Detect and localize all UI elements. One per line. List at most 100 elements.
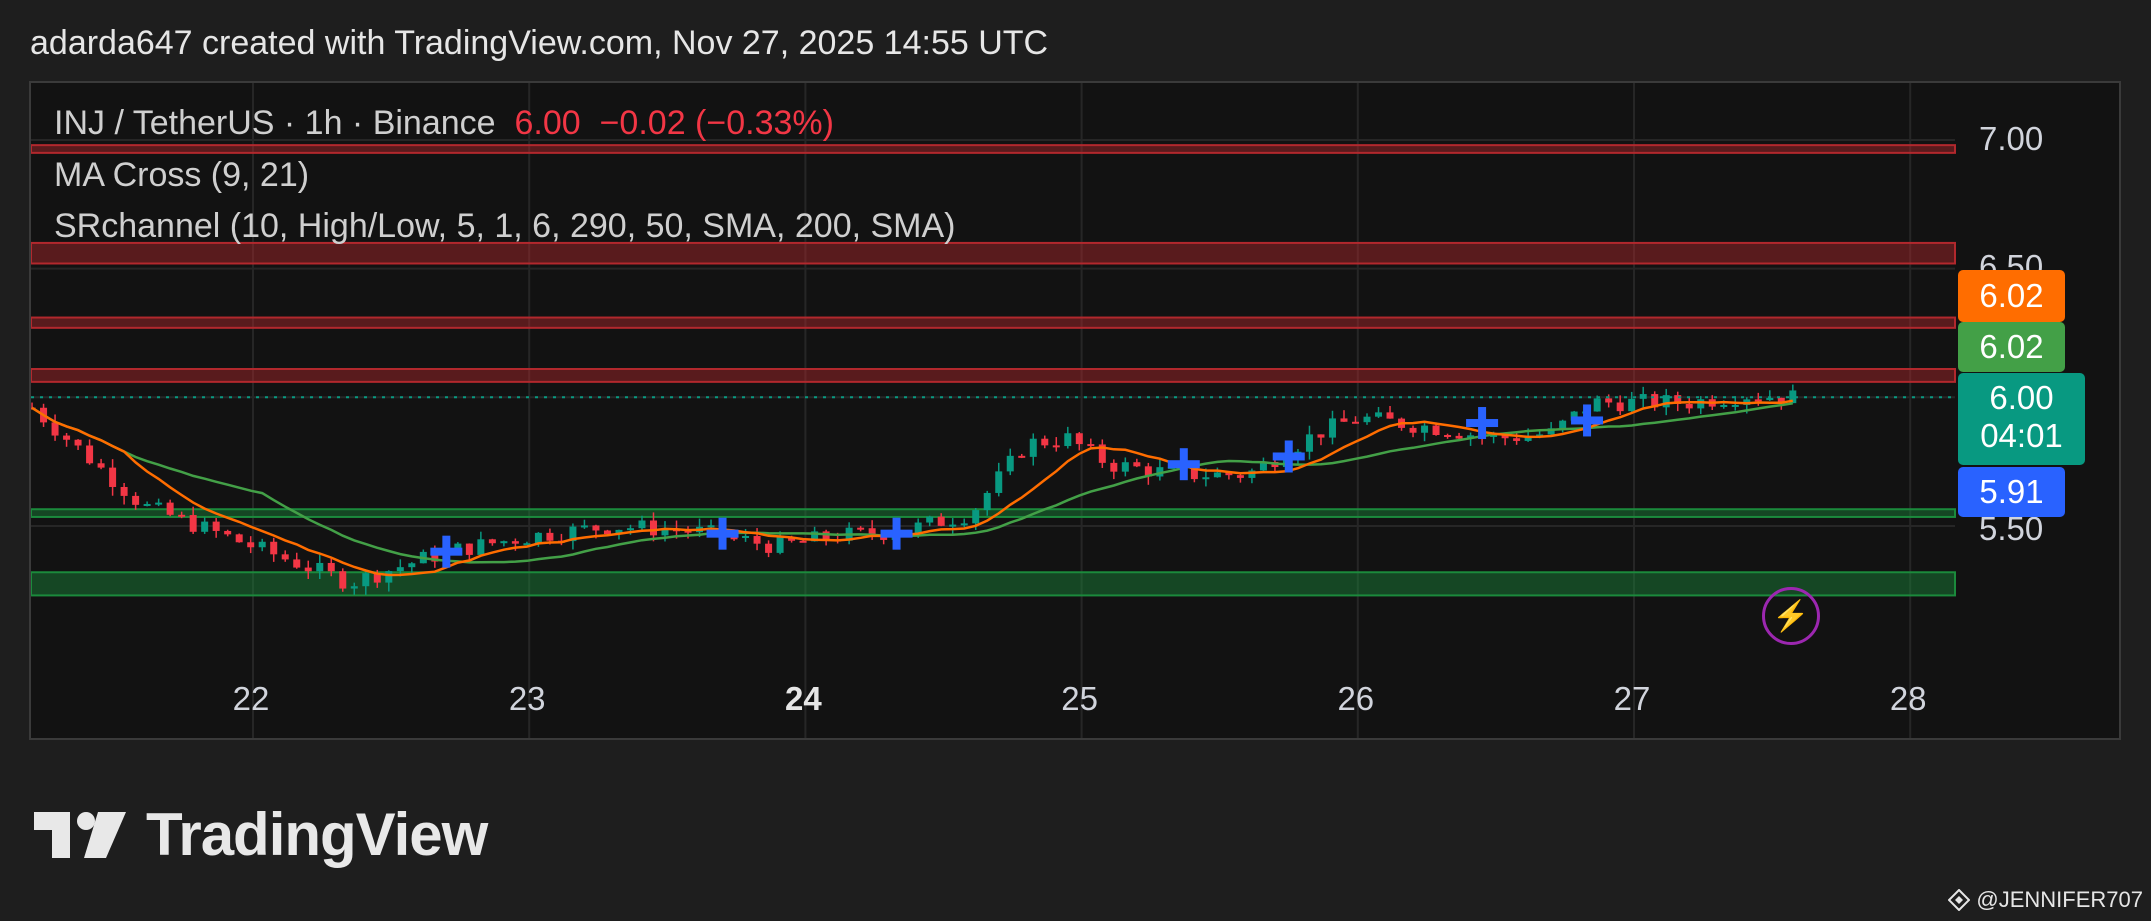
candle-body [937, 516, 945, 526]
chart-pane[interactable] [29, 81, 2121, 740]
candle-body [1455, 435, 1463, 439]
candle-body [86, 445, 94, 464]
last-price-value: 6.00 [514, 104, 581, 142]
candle-body [1513, 438, 1521, 441]
candle-body [143, 503, 151, 506]
candle-body [1018, 455, 1026, 458]
candle-body [1213, 472, 1221, 478]
time-axis-label: 22 [232, 680, 270, 717]
candle-body [247, 542, 255, 548]
candle-body [534, 532, 542, 544]
candle-body [1305, 434, 1313, 452]
binance-diamond-icon [1948, 889, 1971, 911]
candle-body [339, 571, 347, 589]
resistance-zone [31, 144, 1956, 154]
candle-body [1236, 475, 1244, 478]
candle-body [546, 532, 554, 541]
candle-body [1121, 462, 1129, 472]
ma-cross-marker [1284, 440, 1293, 473]
candle-body [97, 463, 105, 468]
ma-cross-marker [1478, 407, 1487, 440]
time-axis-label: 26 [1337, 680, 1375, 717]
bar-countdown: 04:01 [1980, 417, 2063, 454]
candle-body [63, 435, 71, 440]
candle-body [1075, 433, 1083, 445]
candle-body [1328, 418, 1336, 438]
candle-body [385, 571, 393, 583]
ma-cross-marker [892, 517, 901, 550]
candle-body [603, 530, 611, 535]
candle-body [638, 520, 646, 529]
candle-body [51, 422, 59, 436]
ma-cross-marker [718, 517, 727, 550]
last-price-tag: 6.00 04:01 [1958, 373, 2085, 465]
candle-body [155, 502, 163, 505]
candle-body [1006, 455, 1014, 472]
candle-body [765, 543, 773, 553]
candle-body [109, 467, 117, 487]
candle-body [972, 510, 980, 524]
candle-body [281, 554, 289, 560]
candle-body [1697, 399, 1705, 409]
ma-slow-line [31, 402, 1793, 564]
candle-body [1754, 399, 1762, 402]
legend-indicator-srchannel[interactable]: SRchannel (10, High/Low, 5, 1, 6, 290, 5… [54, 207, 956, 246]
cross-price-tag: 5.91 [1958, 467, 2065, 517]
legend-indicator-ma-cross[interactable]: MA Cross (9, 21) [54, 156, 309, 195]
candle-body [350, 586, 358, 589]
candle-body [857, 527, 865, 530]
watermark: @JENNIFER707 [1948, 887, 2143, 913]
ma-cross-marker [442, 535, 451, 568]
candle-body [1202, 477, 1210, 480]
candle-body [201, 521, 209, 532]
candle-body [396, 567, 404, 572]
candle-body [408, 563, 416, 568]
candle-body [949, 524, 957, 527]
time-axis-label: 24 [785, 680, 822, 717]
candle-body [477, 539, 485, 555]
candle-body [1685, 403, 1693, 409]
candle-body [132, 495, 140, 505]
candle-body [1731, 404, 1739, 407]
candle-body [776, 537, 784, 553]
candle-body [189, 515, 197, 532]
ma-cross-marker [1179, 448, 1188, 481]
candle-body [316, 562, 324, 572]
candle-body [626, 528, 634, 531]
candle-body [258, 541, 266, 548]
candle-body [649, 520, 657, 536]
chart-credit: adarda647 created with TradingView.com, … [30, 24, 1049, 62]
candle-body [983, 492, 991, 511]
legend-symbol-row: INJ / TetherUS · 1h · Binance 6.00 −0.02… [54, 104, 834, 143]
candle-body [592, 525, 600, 531]
candle-body [1386, 412, 1394, 419]
candle-body [1052, 445, 1060, 448]
time-axis-label: 25 [1061, 680, 1098, 717]
candle-body [500, 541, 508, 544]
candle-body [1041, 438, 1049, 446]
candle-body [362, 573, 370, 587]
candle-body [511, 541, 519, 544]
candle-body [166, 502, 174, 515]
resistance-zone [31, 241, 1956, 265]
candle-body [74, 439, 82, 446]
candle-body [707, 525, 715, 528]
candle-body [1110, 462, 1118, 472]
candle-body [1351, 421, 1359, 424]
watermark-text: @JENNIFER707 [1976, 887, 2143, 912]
candle-body [1029, 438, 1037, 457]
lightning-bolt-icon[interactable]: ⚡ [1762, 587, 1820, 645]
tradingview-brand[interactable]: TradingView [34, 800, 488, 869]
tradingview-logo-icon [34, 811, 126, 858]
candle-body [742, 536, 750, 539]
price-change: −0.02 (−0.33%) [599, 104, 834, 142]
candle-body [995, 471, 1003, 493]
candle-body [120, 486, 128, 496]
candle-body [1616, 402, 1624, 412]
candle-body [1720, 404, 1728, 407]
candle-body [178, 514, 186, 517]
symbol-label[interactable]: INJ / TetherUS · 1h · Binance [54, 104, 496, 142]
candle-body [1432, 425, 1440, 436]
candle-body [1317, 434, 1325, 438]
time-axis-label: 28 [1889, 680, 1927, 717]
